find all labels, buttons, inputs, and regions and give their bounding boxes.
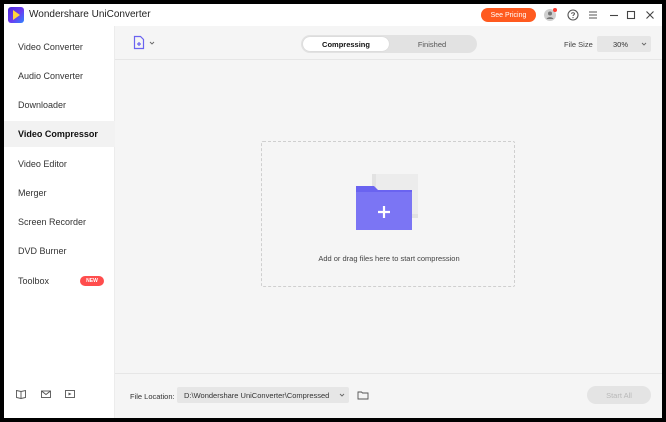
- file-drop-zone[interactable]: Add or drag files here to start compress…: [261, 141, 515, 287]
- add-file-icon[interactable]: [131, 35, 147, 51]
- sidebar-item-label: Merger: [18, 188, 47, 198]
- sidebar-item-label: Screen Recorder: [18, 217, 87, 227]
- tab-compressing[interactable]: Compressing: [303, 37, 389, 51]
- sidebar-item-label: Audio Converter: [18, 71, 84, 81]
- bottom-bar: File Location: D:\Wondershare UniConvert…: [115, 373, 662, 418]
- chevron-down-icon: [339, 392, 345, 398]
- sidebar-item-dvd-burner[interactable]: DVD Burner: [4, 238, 115, 264]
- sidebar-item-toolbox[interactable]: Toolbox NEW: [4, 268, 115, 294]
- file-location-select[interactable]: D:\Wondershare UniConverter\Compressed: [177, 387, 349, 403]
- sidebar-item-label: Video Editor: [18, 159, 67, 169]
- account-icon[interactable]: [543, 8, 557, 22]
- status-tabs: Compressing Finished: [301, 35, 477, 53]
- close-icon[interactable]: [643, 8, 657, 22]
- sidebar-item-audio-converter[interactable]: Audio Converter: [4, 63, 115, 89]
- add-folder-icon[interactable]: [354, 172, 424, 232]
- new-badge: NEW: [80, 276, 104, 286]
- file-size-value: 30%: [613, 39, 629, 49]
- sidebar-item-video-editor[interactable]: Video Editor: [4, 151, 115, 177]
- file-location-label: File Location:: [130, 392, 175, 401]
- toolbar: Compressing Finished File Size 30%: [115, 26, 662, 60]
- sidebar-item-label: Downloader: [18, 100, 67, 110]
- sidebar-item-downloader[interactable]: Downloader: [4, 92, 115, 118]
- chevron-down-icon[interactable]: [149, 40, 155, 46]
- main-panel: Compressing Finished File Size 30% Add o…: [115, 26, 662, 418]
- open-folder-icon[interactable]: [357, 389, 369, 401]
- app-title: Wondershare UniConverter: [29, 9, 151, 20]
- sidebar-item-label: Video Compressor: [18, 129, 98, 139]
- start-all-button[interactable]: Start All: [587, 386, 651, 404]
- help-icon[interactable]: [566, 8, 580, 22]
- sidebar-item-label: DVD Burner: [18, 246, 67, 256]
- maximize-icon[interactable]: [624, 8, 638, 22]
- sidebar-item-video-compressor[interactable]: Video Compressor: [4, 121, 115, 147]
- sidebar-item-screen-recorder[interactable]: Screen Recorder: [4, 209, 115, 235]
- feedback-mail-icon[interactable]: [40, 388, 52, 400]
- minimize-icon[interactable]: [607, 8, 621, 22]
- chevron-down-icon: [641, 41, 647, 47]
- sidebar-item-label: Video Converter: [18, 42, 83, 52]
- guide-book-icon[interactable]: [15, 388, 27, 400]
- media-library-icon[interactable]: [64, 388, 76, 400]
- sidebar-item-merger[interactable]: Merger: [4, 180, 115, 206]
- sidebar-item-video-converter[interactable]: Video Converter: [4, 34, 115, 60]
- file-size-select[interactable]: 30%: [597, 36, 651, 52]
- app-logo-icon: [8, 7, 24, 23]
- notification-dot: [553, 8, 557, 12]
- file-location-value: D:\Wondershare UniConverter\Compressed: [184, 390, 330, 400]
- see-pricing-button[interactable]: See Pricing: [481, 8, 536, 22]
- tab-finished[interactable]: Finished: [389, 37, 475, 51]
- file-size-label: File Size: [564, 40, 593, 49]
- sidebar-item-label: Toolbox: [18, 276, 50, 286]
- title-bar: Wondershare UniConverter See Pricing: [4, 4, 662, 26]
- sidebar: Video Converter Audio Converter Download…: [4, 26, 115, 418]
- app-window: Wondershare UniConverter See Pricing Vid…: [4, 4, 662, 418]
- menu-icon[interactable]: [586, 8, 600, 22]
- drop-zone-instruction: Add or drag files here to start compress…: [318, 254, 460, 263]
